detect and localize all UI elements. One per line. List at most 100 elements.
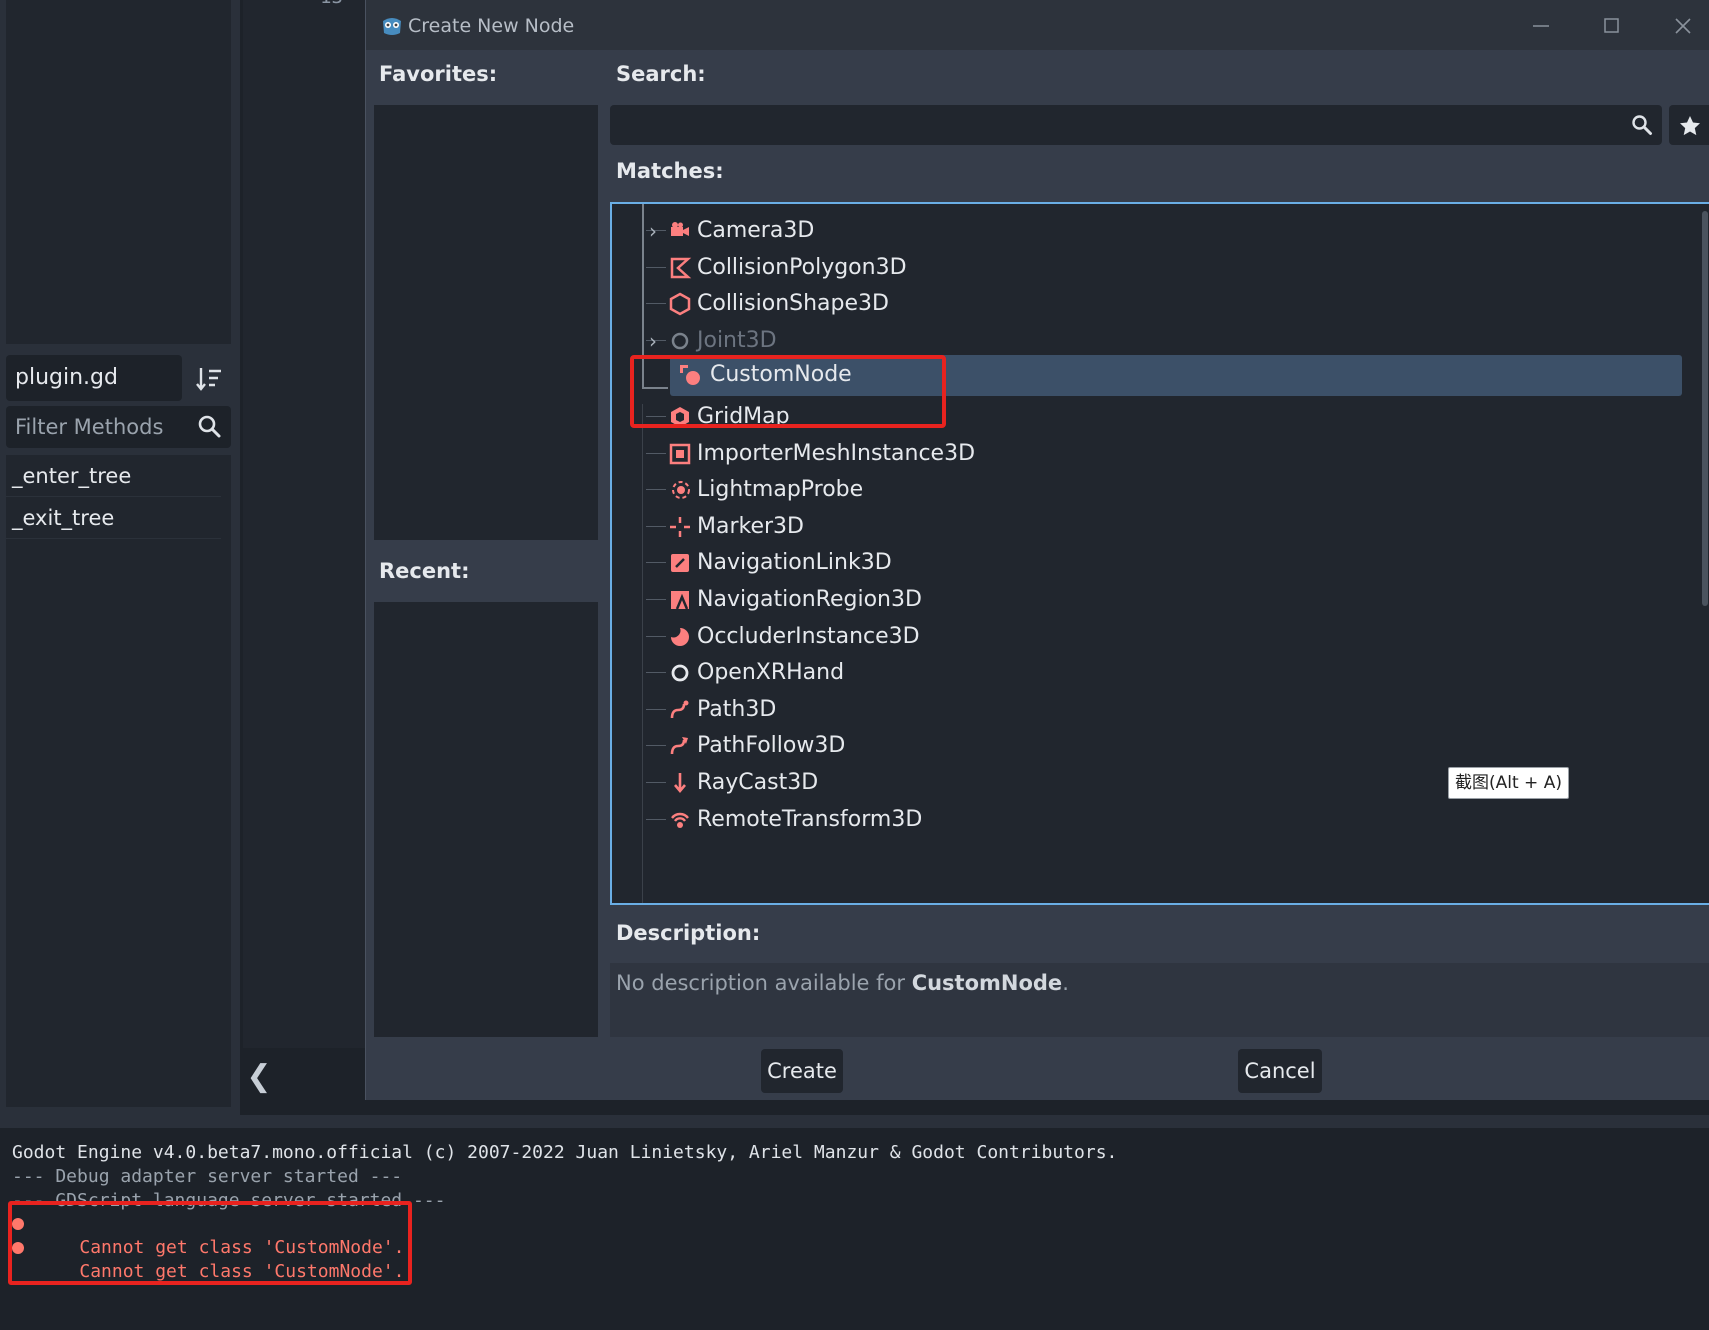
tree-guide-line bbox=[646, 672, 666, 674]
line-number: 13 bbox=[320, 0, 343, 8]
close-button[interactable] bbox=[1661, 8, 1705, 44]
camera-icon bbox=[668, 219, 692, 243]
gridmap-icon bbox=[668, 405, 692, 429]
tree-guide-line bbox=[646, 562, 666, 564]
importer-mesh-icon bbox=[668, 442, 692, 466]
script-file-item[interactable]: plugin.gd bbox=[6, 355, 182, 401]
tree-item-label: LightmapProbe bbox=[697, 477, 864, 503]
sort-icon[interactable] bbox=[193, 362, 227, 396]
scrollbar-thumb[interactable] bbox=[1702, 211, 1708, 606]
collapse-panel-icon[interactable]: ❮ bbox=[245, 1062, 273, 1092]
filter-methods-input[interactable] bbox=[6, 406, 191, 448]
tree-item-label: OpenXRHand bbox=[697, 660, 845, 686]
tree-item-openxrhand[interactable]: OpenXRHand bbox=[612, 653, 1692, 693]
script-panel: plugin.gd _enter_tree _exit_tree bbox=[0, 0, 240, 1115]
favorites-list[interactable] bbox=[374, 105, 598, 540]
dialog-titlebar[interactable]: Create New Node bbox=[366, 0, 1709, 50]
lightmap-probe-icon bbox=[668, 478, 692, 502]
tree-item-gridmap[interactable]: GridMap bbox=[612, 397, 1692, 437]
tree-guide-line bbox=[642, 387, 668, 389]
tree-item-importermeshinstance3d[interactable]: ImporterMeshInstance3D bbox=[612, 434, 1692, 474]
cancel-button[interactable]: Cancel bbox=[1238, 1049, 1322, 1093]
tree-item-label: RemoteTransform3D bbox=[697, 806, 923, 832]
tree-guide-line bbox=[646, 599, 666, 600]
expand-arrow-icon[interactable]: › bbox=[649, 330, 663, 352]
tree-guide-line bbox=[646, 266, 666, 268]
tree-guide-line bbox=[646, 782, 666, 783]
tree-item-collisionpolygon3d[interactable]: CollisionPolygon3D bbox=[612, 248, 1692, 288]
tree-item-camera3d[interactable]: › Camera3D bbox=[612, 211, 1692, 251]
console-line: --- GDScript language server started --- bbox=[12, 1190, 446, 1211]
star-icon bbox=[1680, 116, 1700, 136]
path-follow-icon bbox=[668, 734, 692, 758]
matches-tree[interactable]: › Camera3D CollisionPolygon3D CollisionShap… bbox=[610, 202, 1709, 905]
description-suffix: . bbox=[1062, 971, 1069, 995]
console-line: Godot Engine v4.0.beta7.mono.official (c… bbox=[12, 1142, 1118, 1163]
create-button[interactable]: Create bbox=[761, 1049, 843, 1093]
panel-separator[interactable] bbox=[0, 1115, 1709, 1128]
code-editor[interactable] bbox=[243, 0, 365, 1048]
tree-item-label: OccluderInstance3D bbox=[697, 623, 920, 649]
search-label: Search: bbox=[616, 62, 706, 86]
tree-guide-line bbox=[646, 525, 666, 527]
occluder-icon bbox=[668, 625, 692, 649]
raycast-icon bbox=[668, 771, 692, 795]
tree-item-remotetransform3d[interactable]: RemoteTransform3D bbox=[612, 800, 1692, 840]
remote-transform-icon bbox=[668, 808, 692, 832]
tree-guide-line bbox=[646, 416, 666, 417]
tree-guide-line bbox=[646, 303, 666, 305]
favorite-toggle-button[interactable] bbox=[1669, 105, 1709, 145]
console-error-line: Cannot get class 'CustomNode'. bbox=[12, 1236, 404, 1308]
marker-icon bbox=[668, 515, 692, 539]
console-line: --- Debug adapter server started --- bbox=[12, 1166, 403, 1187]
tree-guide-line bbox=[646, 489, 666, 491]
method-item[interactable]: _enter_tree bbox=[6, 455, 221, 497]
tree-item-label: NavigationRegion3D bbox=[697, 587, 922, 612]
search-icon bbox=[196, 413, 224, 441]
description-text: No description available for CustomNode. bbox=[616, 971, 1069, 995]
tree-item-navigationregion3d[interactable]: NavigationRegion3D bbox=[612, 580, 1692, 620]
create-new-node-dialog: Create New Node Favorites: Recent: Searc… bbox=[365, 0, 1709, 1100]
recent-label: Recent: bbox=[379, 559, 470, 583]
search-icon bbox=[1630, 113, 1654, 137]
recent-list[interactable] bbox=[374, 602, 598, 1037]
tree-guide-line bbox=[646, 818, 666, 820]
tree-item-marker3d[interactable]: Marker3D bbox=[612, 507, 1692, 547]
filter-methods-field bbox=[6, 406, 231, 448]
custom-node-icon bbox=[678, 363, 702, 387]
navigation-link-icon bbox=[668, 551, 692, 575]
matches-label: Matches: bbox=[616, 159, 724, 183]
description-prefix: No description available for bbox=[616, 971, 912, 995]
path-icon bbox=[668, 698, 692, 722]
openxr-hand-icon bbox=[668, 661, 692, 685]
tree-item-customnode[interactable]: CustomNode bbox=[670, 355, 1682, 397]
dialog-title: Create New Node bbox=[408, 15, 575, 37]
description-class-name: CustomNode bbox=[911, 971, 1063, 995]
tree-item-collisionshape3d[interactable]: CollisionShape3D bbox=[612, 284, 1692, 324]
tree-guide-line bbox=[646, 745, 666, 747]
search-input[interactable] bbox=[610, 105, 1610, 145]
favorites-label: Favorites: bbox=[379, 62, 498, 86]
tree-item-lightmapprobe[interactable]: LightmapProbe bbox=[612, 470, 1692, 510]
output-console[interactable]: Godot Engine v4.0.beta7.mono.official (c… bbox=[0, 1128, 1709, 1330]
minimize-button[interactable] bbox=[1519, 8, 1563, 44]
tree-item-label: CollisionShape3D bbox=[697, 291, 889, 317]
tree-item-label: NavigationLink3D bbox=[697, 550, 892, 576]
tree-item-label: Marker3D bbox=[697, 513, 804, 539]
tree-item-pathfollow3d[interactable]: PathFollow3D bbox=[612, 726, 1692, 766]
tree-item-label: RayCast3D bbox=[697, 770, 819, 795]
screenshot-tooltip: 截图(Alt + A) bbox=[1448, 767, 1569, 799]
tree-item-occluderinstance3d[interactable]: OccluderInstance3D bbox=[612, 617, 1692, 657]
tree-item-label: Camera3D bbox=[697, 218, 815, 243]
tree-guide-line bbox=[646, 635, 666, 637]
tree-item-path3d[interactable]: Path3D bbox=[612, 690, 1692, 730]
tree-item-label: Path3D bbox=[697, 696, 777, 722]
tree-item-navigationlink3d[interactable]: NavigationLink3D bbox=[612, 543, 1692, 583]
joint-icon bbox=[668, 329, 692, 353]
maximize-button[interactable] bbox=[1590, 8, 1634, 44]
script-list[interactable] bbox=[6, 0, 231, 344]
tree-guide-line bbox=[646, 452, 666, 454]
description-label: Description: bbox=[616, 921, 761, 945]
expand-arrow-icon[interactable]: › bbox=[649, 220, 663, 242]
method-item[interactable]: _exit_tree bbox=[6, 497, 221, 539]
